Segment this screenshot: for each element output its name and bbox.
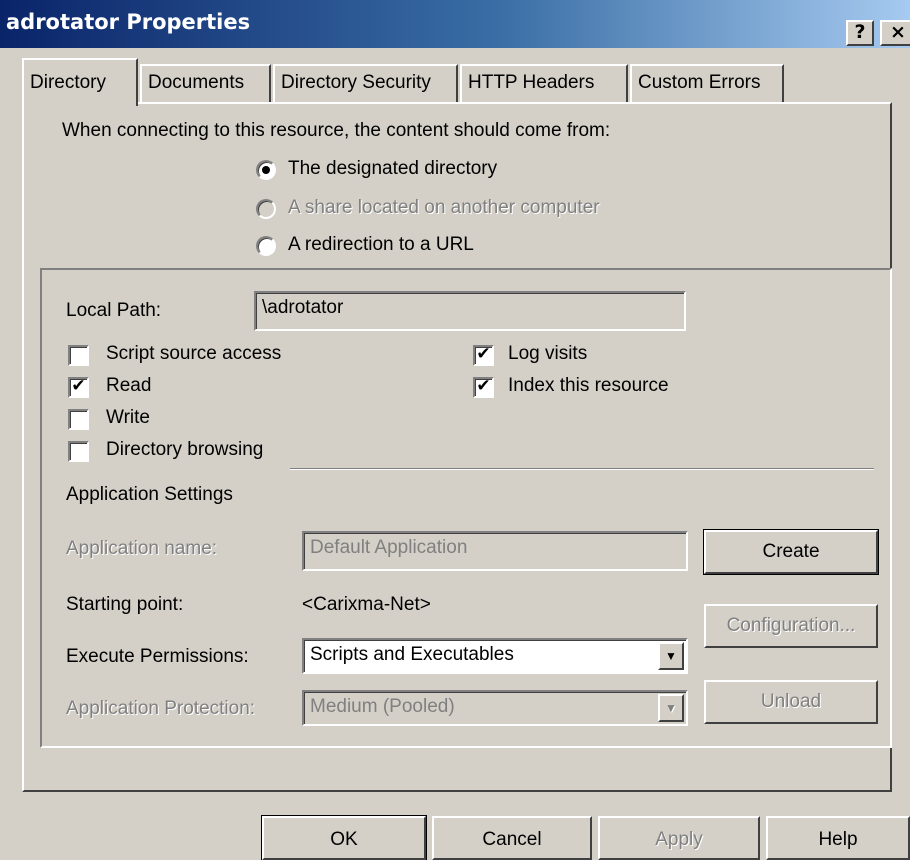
write-checkbox[interactable]: [68, 409, 89, 430]
cancel-button[interactable]: Cancel: [432, 816, 592, 860]
app-protection-value: Medium (Pooled): [310, 696, 455, 717]
chevron-down-icon: ▼: [658, 694, 684, 722]
ok-button[interactable]: OK: [261, 815, 427, 860]
execute-permissions-select[interactable]: Scripts and Executables ▼: [302, 638, 688, 674]
app-settings-separator: [290, 468, 874, 470]
index-resource-label[interactable]: Index this resource: [508, 375, 669, 397]
radio-redirection-url[interactable]: [256, 236, 276, 256]
close-icon[interactable]: ×: [880, 20, 910, 46]
configuration-button: Configuration...: [704, 604, 878, 648]
read-label[interactable]: Read: [106, 375, 151, 397]
chevron-down-icon[interactable]: ▼: [658, 642, 684, 670]
radio-share-another-computer-label: A share located on another computer: [288, 197, 600, 218]
radio-designated-directory[interactable]: [256, 160, 276, 180]
starting-point-label: Starting point:: [66, 594, 184, 615]
write-label[interactable]: Write: [106, 407, 150, 429]
radio-redirection-url-label[interactable]: A redirection to a URL: [288, 234, 474, 256]
index-resource-checkbox[interactable]: ✔: [473, 377, 494, 398]
tab-directory-security[interactable]: Directory Security: [273, 64, 458, 102]
help-button[interactable]: Help: [766, 816, 910, 860]
script-source-access-checkbox[interactable]: [68, 345, 89, 366]
apply-button: Apply: [598, 816, 760, 860]
tab-custom-errors[interactable]: Custom Errors: [630, 64, 784, 102]
app-name-label: Application name:: [66, 538, 218, 559]
starting-point-value: <Carixma-Net>: [302, 594, 431, 615]
window-title: adrotator Properties: [6, 10, 251, 34]
log-visits-checkbox[interactable]: ✔: [473, 345, 494, 366]
tab-directory[interactable]: Directory: [22, 58, 138, 106]
local-path-field[interactable]: \adrotator: [254, 291, 686, 331]
radio-designated-directory-label[interactable]: The designated directory: [288, 158, 497, 180]
directory-settings-group: [40, 268, 892, 748]
tab-documents[interactable]: Documents: [140, 64, 271, 102]
app-protection-select: Medium (Pooled) ▼: [302, 690, 688, 726]
execute-permissions-value: Scripts and Executables: [310, 644, 514, 665]
radio-share-another-computer: [256, 199, 276, 219]
read-checkbox[interactable]: ✔: [68, 377, 89, 398]
log-visits-label[interactable]: Log visits: [508, 343, 587, 365]
directory-browsing-label[interactable]: Directory browsing: [106, 439, 263, 461]
unload-button: Unload: [704, 680, 878, 724]
app-settings-heading: Application Settings: [66, 484, 233, 505]
app-name-field: Default Application: [302, 531, 688, 571]
directory-browsing-checkbox[interactable]: [68, 441, 89, 462]
help-caption-button[interactable]: ?: [846, 20, 874, 46]
content-source-prompt: When connecting to this resource, the co…: [62, 120, 611, 141]
create-button[interactable]: Create: [703, 529, 879, 575]
script-source-access-label[interactable]: Script source access: [106, 343, 281, 365]
local-path-label: Local Path:: [66, 300, 162, 321]
tab-http-headers[interactable]: HTTP Headers: [460, 64, 628, 102]
app-protection-label: Application Protection:: [66, 698, 256, 719]
execute-permissions-label: Execute Permissions:: [66, 646, 249, 667]
